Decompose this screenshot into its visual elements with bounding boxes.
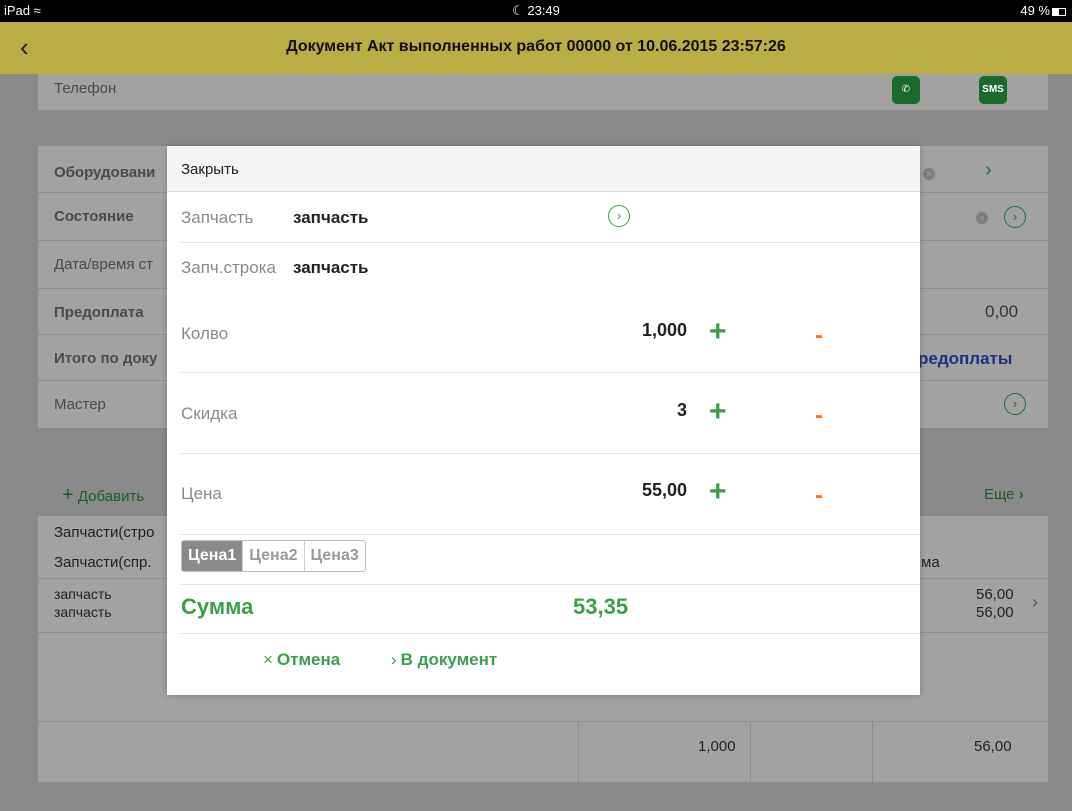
qty-label: Колво <box>181 324 229 343</box>
price-value: 55,00 <box>641 480 687 500</box>
footer-qty: 1,000 <box>698 738 736 755</box>
close-icon: × <box>263 650 273 669</box>
clear-icon[interactable]: × <box>976 212 988 224</box>
part-row-label: Запч.строка <box>181 258 276 277</box>
tab-price2[interactable]: Цена2 <box>243 541 305 571</box>
table-header: ма <box>921 554 940 571</box>
price-label: Цена <box>181 484 222 503</box>
battery-status: 49 % <box>1020 3 1066 18</box>
sum-label: Сумма <box>181 594 254 619</box>
moon-icon: ☾ <box>512 3 524 18</box>
table-header: Запчасти(спр. <box>54 554 152 571</box>
nav-bar: ‹ Документ Акт выполненных работ 00000 о… <box>0 22 1072 74</box>
phone-label: Телефон <box>54 80 117 97</box>
table-cell: запчасть <box>54 586 112 602</box>
circle-arrow-icon[interactable]: › <box>608 205 630 227</box>
price-minus-button[interactable]: - <box>815 484 823 508</box>
footer-total: 56,00 <box>974 738 1012 755</box>
chevron-right-icon: › <box>391 650 397 669</box>
to-document-button[interactable]: › В документ <box>391 650 497 670</box>
battery-icon <box>1052 7 1066 16</box>
total-label: Итого по доку <box>54 350 158 367</box>
part-label: Запчасть <box>181 208 254 227</box>
discount-value: 3 <box>676 400 687 420</box>
discount-minus-button[interactable]: - <box>815 404 823 428</box>
clock: ☾ 23:49 <box>512 3 560 18</box>
status-bar: iPad ≈ ☾ 23:49 49 % <box>0 0 1072 22</box>
sum-value: 53,35 <box>573 594 629 619</box>
phone-panel: Телефон ✆ SMS <box>38 74 1048 110</box>
table-header: Запчасти(стро <box>54 524 155 541</box>
circle-arrow-icon[interactable]: › <box>1004 393 1026 415</box>
page-title: Документ Акт выполненных работ 00000 от … <box>286 38 786 55</box>
add-button[interactable]: + Добавить <box>62 484 144 507</box>
state-label: Состояние <box>54 208 134 225</box>
datetime-label: Дата/время ст <box>54 256 154 273</box>
chevron-right-icon: › <box>1032 592 1038 612</box>
clear-icon[interactable]: × <box>923 168 935 180</box>
qty-minus-button[interactable]: - <box>815 324 823 348</box>
prepayment-label: Предоплата <box>54 304 144 321</box>
discount-plus-button[interactable]: + <box>709 397 727 427</box>
tab-price1[interactable]: Цена1 <box>182 541 244 571</box>
table-cell: 56,00 <box>976 604 1014 621</box>
close-button[interactable]: Закрыть <box>181 161 239 178</box>
tab-price3[interactable]: Цена3 <box>304 541 365 571</box>
sms-icon[interactable]: SMS <box>979 76 1007 104</box>
more-button[interactable]: Еще › <box>984 486 1024 503</box>
price-type-selector: Цена1 Цена2 Цена3 <box>181 540 366 572</box>
cancel-button[interactable]: × Отмена <box>263 650 340 670</box>
circle-arrow-icon[interactable]: › <box>1004 206 1026 228</box>
prepayment-value: 0,00 <box>985 302 1019 321</box>
master-label: Мастер <box>54 396 106 413</box>
qty-value: 1,000 <box>641 320 687 340</box>
part-value[interactable]: запчасть <box>293 208 369 228</box>
call-icon[interactable]: ✆ <box>892 76 920 104</box>
part-row-value: запчасть <box>293 258 369 277</box>
price-plus-button[interactable]: + <box>709 477 727 507</box>
chevron-right-icon: › <box>1018 486 1024 503</box>
table-cell: запчасть <box>54 604 112 620</box>
chevron-right-icon[interactable]: › <box>985 159 992 182</box>
edit-part-dialog: Закрыть Запчасть запчасть › Запч.строка … <box>167 146 920 695</box>
discount-label: Скидка <box>181 404 238 423</box>
equipment-label: Оборудовани <box>54 164 156 181</box>
table-cell: 56,00 <box>976 586 1014 603</box>
qty-plus-button[interactable]: + <box>709 317 727 347</box>
prepayment-link[interactable]: редоплаты <box>918 349 1012 369</box>
dialog-header: Закрыть <box>167 146 920 192</box>
plus-icon: + <box>62 484 74 506</box>
